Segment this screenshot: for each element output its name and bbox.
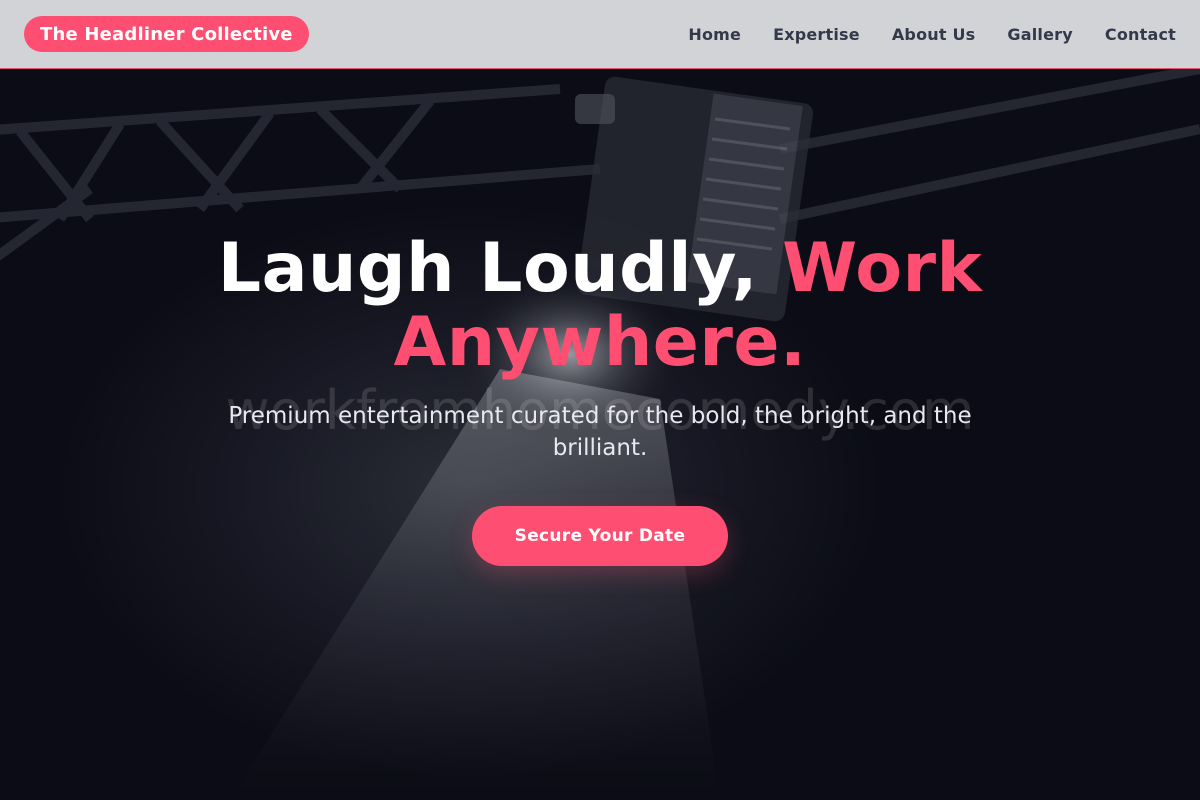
- nav-home-link[interactable]: Home: [688, 25, 741, 44]
- nav-expertise-link[interactable]: Expertise: [773, 25, 860, 44]
- hero-title-white: Laugh Loudly,: [217, 229, 758, 308]
- nav-gallery-link[interactable]: Gallery: [1007, 25, 1072, 44]
- main-nav: Home Expertise About Us Gallery Contact: [688, 25, 1176, 44]
- nav-contact-link[interactable]: Contact: [1105, 25, 1176, 44]
- nav-about-link[interactable]: About Us: [892, 25, 976, 44]
- hero-subtitle: Premium entertainment curated for the bo…: [228, 403, 972, 461]
- secure-date-button[interactable]: Secure Your Date: [472, 506, 728, 566]
- hero-section: workfromhomecomedy.com Laugh Loudly, Wor…: [0, 69, 1200, 800]
- hero-title: Laugh Loudly, Work Anywhere.: [150, 232, 1050, 380]
- hero-title-accent-2: Anywhere.: [393, 303, 807, 382]
- hero-content: Laugh Loudly, Work Anywhere. Premium ent…: [0, 69, 1200, 800]
- hero-title-accent-1: Work: [782, 229, 983, 308]
- site-header: The Headliner Collective Home Expertise …: [0, 0, 1200, 69]
- brand-logo[interactable]: The Headliner Collective: [24, 16, 309, 52]
